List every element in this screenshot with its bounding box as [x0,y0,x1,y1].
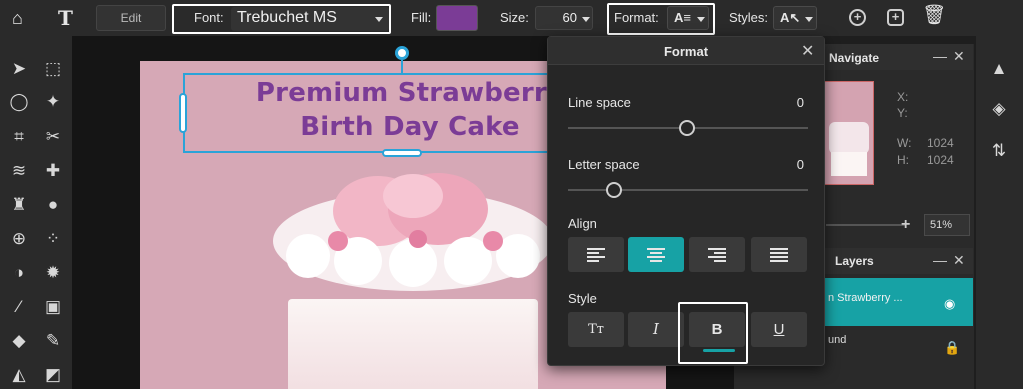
top-toolbar: ⌂ T Edit Font: Trebuchet MS Fill: Size: … [0,0,1023,36]
stamp-tool-icon[interactable]: ♜ [8,194,30,216]
letter-space-value: 0 [796,157,804,172]
font-label: Font: [194,10,224,25]
eyedropper-icon[interactable]: ⁄ [8,296,30,318]
zoom-slider[interactable] [826,224,906,226]
align-center-button[interactable] [628,237,684,272]
move-tool-icon[interactable]: ➤ [8,58,30,80]
tools-sidebar: ➤ ⬚ ◯ ✦ ⌗ ✂ ≋ ✚ ♜ ● ⊕ ⁘ ◑ ✹ ⁄ ▣ ◆ ✎ ◭ ◩ [0,36,72,389]
layers-panel-icon[interactable]: ◈ [988,98,1010,120]
blur-drop-icon[interactable]: ● [42,194,64,216]
line-space-value: 0 [796,95,804,110]
resize-handle-bottom[interactable] [382,149,422,157]
zoom-value[interactable]: 51% [924,214,970,236]
format-panel-title: Format [663,44,709,59]
delete-icon[interactable]: 🗑 [922,6,946,26]
scissors-icon[interactable]: ✂ [42,126,64,148]
close-icon[interactable]: ✕ [953,48,965,65]
image-tool-icon[interactable]: ▣ [42,296,64,318]
heal-tool-icon[interactable]: ✚ [42,160,64,182]
text-tool-icon[interactable]: T [58,8,73,28]
font-select-value[interactable]: Trebuchet MS [237,7,337,29]
magic-wand-icon[interactable]: ✦ [42,91,64,113]
minimize-icon[interactable]: — [933,252,947,268]
align-justify-button[interactable] [751,237,807,272]
letter-space-slider-knob[interactable] [606,182,622,198]
eraser-icon[interactable]: ◆ [8,330,30,352]
w-label: W: [897,136,912,150]
format-icon: A≡ [674,10,691,25]
gear-tool-icon[interactable]: ✹ [42,262,64,284]
edit-button[interactable]: Edit [96,5,166,31]
adjust-tool-icon[interactable]: ◑ [8,262,30,284]
size-value[interactable]: 60 [545,10,577,25]
format-label: Format: [614,10,659,25]
align-left-button[interactable] [568,237,624,272]
styles-icon: A↖ [780,10,801,25]
dots-tool-icon[interactable]: ⁘ [42,228,64,250]
h-label: H: [897,153,909,167]
fill-label: Fill: [411,10,432,25]
layer-item-label: und [828,334,847,346]
text-case-button[interactable]: Tт [568,312,624,347]
cake-body-image [288,299,538,389]
layer-item-label: n Strawberry ... [828,292,903,304]
line-space-label: Line space [568,95,631,110]
home-icon[interactable]: ⌂ [12,8,23,28]
crop-tool-icon[interactable]: ⌗ [8,126,30,148]
eye-visibility-icon[interactable]: ◉ [944,296,955,312]
lock-icon[interactable]: 🔒 [944,340,960,356]
y-label: Y: [897,106,908,120]
italic-button[interactable]: I [628,312,684,347]
align-label: Align [568,216,597,231]
app-window: ⌂ T Edit Font: Trebuchet MS Fill: Size: … [0,0,1023,389]
chevron-down-icon [375,17,383,22]
align-justify-icon [770,246,788,264]
letter-space-slider[interactable] [568,189,808,191]
history-panel-icon[interactable]: ⇅ [988,140,1010,162]
x-label: X: [897,90,909,104]
underline-button[interactable]: U [751,312,807,347]
bold-highlight-box [678,302,748,364]
liquify-tool-icon[interactable]: ≋ [8,160,30,182]
lasso-tool-icon[interactable]: ◯ [8,91,30,113]
color-swatch-icon[interactable]: ◩ [42,364,64,386]
bold-active-indicator [703,349,735,352]
marquee-tool-icon[interactable]: ⬚ [42,58,64,80]
duplicate-layer-icon[interactable]: + [887,9,904,26]
right-sidebar: ▲ ◈ ⇅ [976,36,1023,389]
line-space-slider-knob[interactable] [679,120,695,136]
styles-label: Styles: [729,10,769,25]
close-icon[interactable]: ✕ [801,41,814,61]
align-left-icon [587,246,605,264]
cake-frosting-image [273,173,553,291]
navigator-thumbnail[interactable] [822,81,874,185]
rotate-handle[interactable] [395,46,409,60]
letter-space-label: Letter space [568,157,640,172]
chevron-down-icon [805,17,813,22]
w-value: 1024 [927,136,954,150]
chevron-down-icon [697,17,705,22]
zoom-in-icon[interactable]: + [901,216,910,234]
style-label: Style [568,291,597,306]
sphere-tool-icon[interactable]: ⊕ [8,228,30,250]
fill-color-swatch[interactable] [436,5,478,31]
h-value: 1024 [927,153,954,167]
size-label: Size: [500,10,529,25]
paint-bucket-icon[interactable]: ◭ [8,364,30,386]
align-right-button[interactable] [689,237,745,272]
close-icon[interactable]: ✕ [953,252,965,269]
layers-title: Layers [835,254,874,268]
chevron-down-icon [582,17,590,22]
align-right-icon [708,246,726,264]
rotate-handle-line [401,60,403,74]
resize-handle-left[interactable] [179,93,187,133]
navigate-panel-icon[interactable]: ▲ [988,58,1010,80]
navigate-title: Navigate [829,51,880,65]
brush-icon[interactable]: ✎ [42,330,64,352]
align-center-icon [647,246,665,264]
add-layer-icon[interactable]: + [849,9,866,26]
minimize-icon[interactable]: — [933,48,947,64]
